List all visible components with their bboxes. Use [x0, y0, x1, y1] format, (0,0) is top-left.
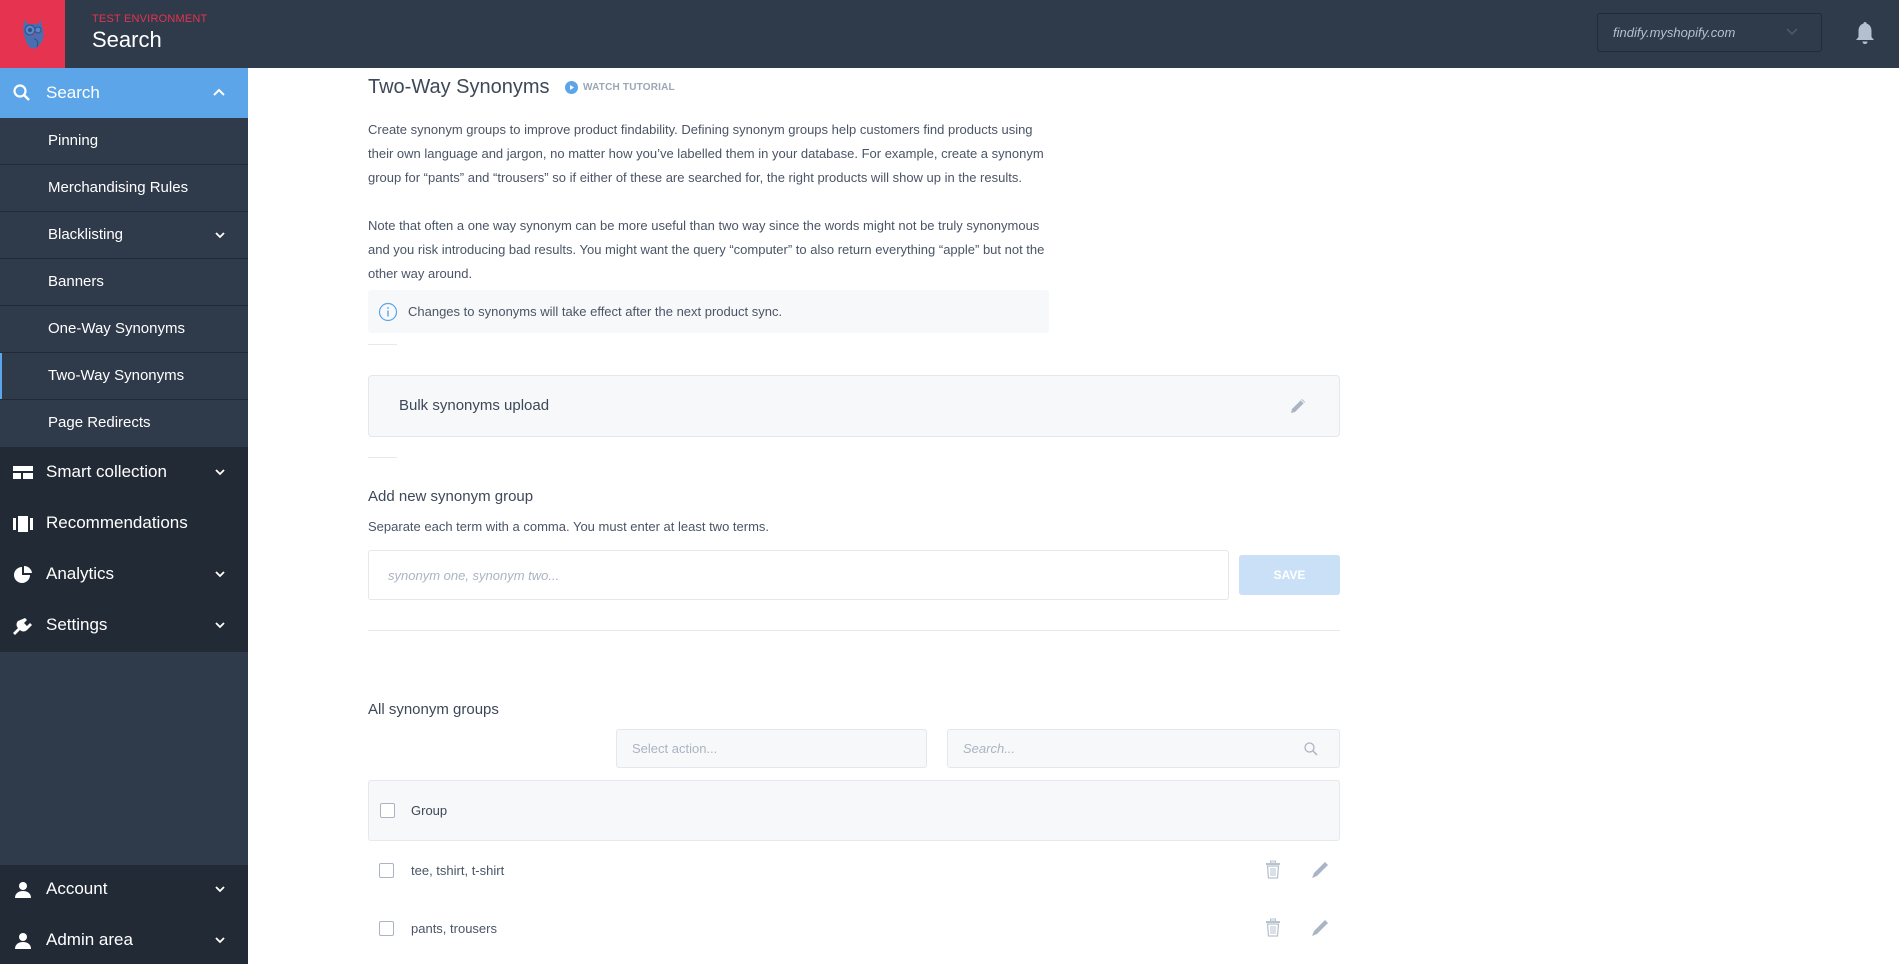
sidebar-item-two-way-synonyms[interactable]: Two-Way Synonyms — [0, 353, 248, 400]
divider — [368, 344, 397, 345]
save-button[interactable]: SAVE — [1239, 555, 1340, 595]
sidebar-item-page-redirects[interactable]: Page Redirects — [0, 400, 248, 447]
add-group-title: Add new synonym group — [368, 488, 534, 505]
bell-icon[interactable] — [1854, 20, 1876, 46]
page-title: Two-Way Synonyms — [368, 76, 550, 98]
carousel-icon — [13, 516, 33, 532]
row-checkbox[interactable] — [379, 921, 394, 936]
sidebar-item-settings[interactable]: Settings — [0, 601, 248, 651]
table-row: pants, trousers — [368, 899, 1340, 957]
sidebar-item-blacklisting[interactable]: Blacklisting — [0, 212, 248, 259]
owl-logo-icon — [22, 20, 44, 49]
sidebar-item-label: Merchandising Rules — [48, 179, 189, 196]
chevron-down-icon — [215, 232, 225, 239]
logo[interactable] — [0, 0, 65, 68]
table-row: tee, tshirt, t-shirt — [368, 841, 1340, 899]
sidebar-item-banners[interactable]: Banners — [0, 259, 248, 306]
all-groups-title: All synonym groups — [368, 701, 499, 718]
pencil-icon[interactable] — [1310, 860, 1330, 880]
row-checkbox[interactable] — [379, 863, 394, 878]
play-icon — [565, 81, 578, 94]
plug-icon — [13, 618, 32, 635]
sidebar-item-label: Banners — [48, 273, 104, 290]
sidebar-item-label: Settings — [46, 615, 108, 634]
user-icon — [15, 882, 31, 898]
sidebar-item-label: Two-Way Synonyms — [48, 367, 185, 384]
chevron-down-icon — [215, 622, 225, 629]
chevron-down-icon — [215, 886, 225, 893]
group-search-field — [947, 729, 1340, 768]
pencil-icon[interactable] — [1289, 397, 1307, 415]
synonym-group-input[interactable] — [368, 550, 1229, 600]
info-icon — [378, 302, 398, 322]
layout-icon — [13, 466, 33, 479]
bulk-upload-label: Bulk synonyms upload — [399, 397, 550, 414]
trash-icon[interactable] — [1265, 860, 1281, 880]
trash-icon[interactable] — [1265, 918, 1281, 938]
column-header-group: Group — [411, 803, 448, 818]
sidebar-item-smart-collection[interactable]: Smart collection — [0, 448, 248, 498]
sidebar-item-label: Smart collection — [46, 462, 167, 481]
chevron-down-icon — [215, 937, 225, 944]
select-all-checkbox[interactable] — [380, 803, 395, 818]
sidebar-item-label: Page Redirects — [48, 414, 151, 431]
divider — [368, 457, 397, 458]
section-divider — [368, 630, 1340, 631]
sidebar-item-recommendations[interactable]: Recommendations — [0, 499, 248, 549]
sidebar-item-label: One-Way Synonyms — [48, 320, 185, 337]
info-notice: Changes to synonyms will take effect aft… — [368, 290, 1049, 333]
top-header: TEST ENVIRONMENT Search findify.myshopif… — [0, 0, 1899, 68]
environment-label: TEST ENVIRONMENT — [92, 13, 208, 25]
shop-selector[interactable]: findify.myshopify.com — [1597, 13, 1822, 52]
sidebar-bottom-nav: Account Admin area — [0, 865, 248, 964]
sidebar-item-label: Recommendations — [46, 513, 188, 532]
search-submenu: Pinning Merchandising Rules Blacklisting… — [0, 118, 248, 447]
note-paragraph: Note that often a one way synonym can be… — [368, 218, 1045, 281]
select-action-dropdown[interactable]: Select action... — [616, 729, 927, 768]
sidebar-item-analytics[interactable]: Analytics — [0, 550, 248, 600]
sidebar-item-label: Blacklisting — [48, 226, 124, 243]
app-title: Search — [92, 27, 162, 52]
sidebar-item-pinning[interactable]: Pinning — [0, 118, 248, 165]
sidebar-item-search[interactable]: Search — [0, 68, 248, 118]
add-group-hint: Separate each term with a comma. You mus… — [368, 519, 770, 534]
sidebar: Search Pinning Merchandising Rules Black… — [0, 68, 248, 964]
watch-tutorial-label: WATCH TUTORIAL — [583, 82, 675, 93]
user-icon — [15, 933, 31, 949]
chevron-down-icon — [215, 571, 225, 578]
chevron-up-icon — [213, 88, 225, 96]
synonym-group-terms: tee, tshirt, t-shirt — [411, 863, 505, 878]
chevron-down-icon — [1786, 28, 1798, 36]
sidebar-item-label: Admin area — [46, 930, 133, 949]
synonym-group-terms: pants, trousers — [411, 921, 497, 936]
info-notice-text: Changes to synonyms will take effect aft… — [408, 304, 783, 319]
watch-tutorial-link[interactable]: WATCH TUTORIAL — [565, 81, 675, 94]
search-icon[interactable] — [1303, 741, 1319, 757]
sidebar-item-merchandising-rules[interactable]: Merchandising Rules — [0, 165, 248, 212]
bulk-upload-panel[interactable]: Bulk synonyms upload — [368, 375, 1340, 437]
chevron-down-icon — [215, 469, 225, 476]
sidebar-item-admin-area[interactable]: Admin area — [0, 916, 248, 966]
sidebar-item-account[interactable]: Account — [0, 865, 248, 915]
sidebar-main-nav: Search Pinning Merchandising Rules Black… — [0, 68, 248, 652]
group-search-input[interactable] — [948, 730, 1288, 767]
sidebar-item-label: Search — [46, 83, 100, 102]
sidebar-item-label: Analytics — [46, 564, 115, 583]
sidebar-item-label: Pinning — [48, 132, 99, 149]
pie-chart-icon — [14, 565, 32, 583]
table-header: Group — [368, 780, 1340, 841]
pencil-icon[interactable] — [1310, 918, 1330, 938]
sidebar-item-one-way-synonyms[interactable]: One-Way Synonyms — [0, 306, 248, 353]
sidebar-item-label: Account — [46, 879, 108, 898]
description-paragraph: Create synonym groups to improve product… — [368, 122, 1044, 185]
shop-selector-value: findify.myshopify.com — [1613, 25, 1736, 40]
search-icon — [13, 84, 30, 101]
